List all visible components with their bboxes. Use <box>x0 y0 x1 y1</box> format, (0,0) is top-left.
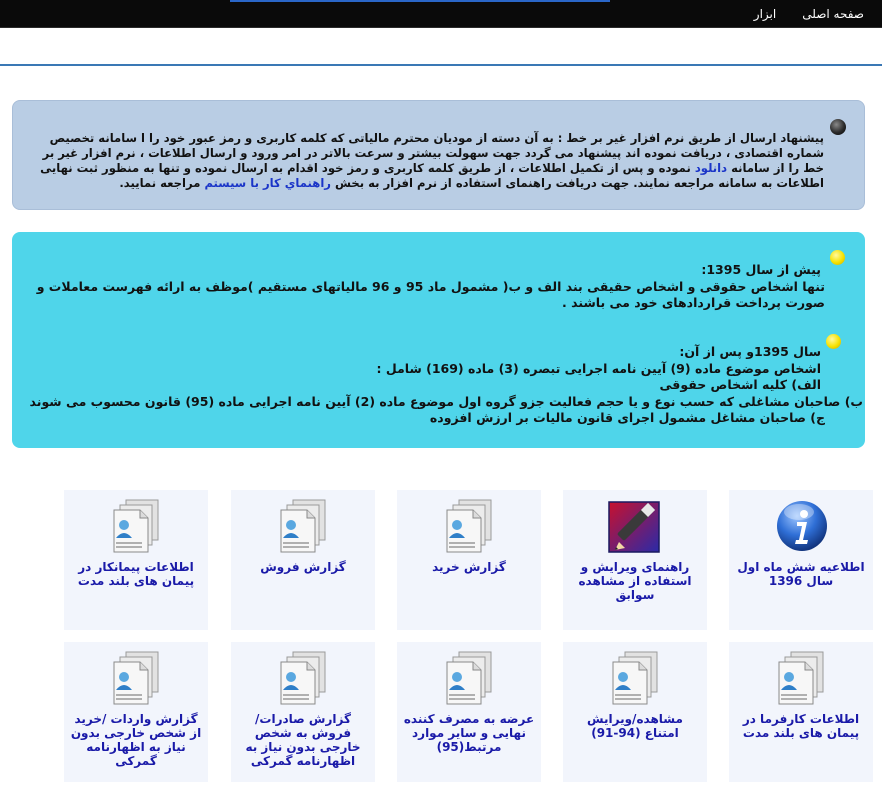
black-bullet-icon <box>830 119 846 135</box>
tile-export-report[interactable]: گزارش صادرات/فروش به شخص خارجی بدون نیاز… <box>231 642 375 782</box>
document-user-icon <box>609 650 663 708</box>
top-nav: صفحه اصلی ابزار <box>754 0 864 28</box>
tile-refusal-view-edit[interactable]: مشاهده/ویرایش امتناع (94-91) <box>563 642 707 782</box>
offline-software-notice: پیشنهاد ارسال از طریق نرم افزار غیر بر خ… <box>12 100 865 210</box>
rule-item-a: الف) کلیه اشخاص حقوقی <box>659 377 821 392</box>
document-user-icon <box>443 650 497 708</box>
tile-consumer-supply[interactable]: عرضه به مصرف کننده نهایی و سایر موارد مر… <box>397 642 541 782</box>
tile-label: اطلاعات پیمانکار در پیمان های بلند مدت <box>77 560 195 588</box>
before-1395-body: تنها اشخاص حقوقی و اشخاص حقیقی بند الف و… <box>36 278 825 311</box>
tile-label: اطلاعات کارفرما در پیمان های بلند مدت <box>742 712 860 740</box>
after-1395-section: سال 1395و پس از آن: اشخاص موضوع ماده (9)… <box>21 344 863 427</box>
document-user-icon <box>110 650 164 708</box>
nav-tools-link[interactable]: ابزار <box>754 7 776 21</box>
tile-label: عرضه به مصرف کننده نهایی و سایر موارد مر… <box>403 712 535 754</box>
tile-label: گزارش فروش <box>260 560 346 574</box>
document-user-icon <box>110 498 164 556</box>
tile-import-report[interactable]: گزارش واردات /خرید از شخص خارجی بدون نیا… <box>64 642 208 782</box>
document-user-icon <box>277 498 331 556</box>
document-user-icon <box>775 650 829 708</box>
document-user-icon <box>277 650 331 708</box>
notice-text-c: مراجعه نمایید. <box>119 176 201 190</box>
tile-label: گزارش واردات /خرید از شخص خارجی بدون نیا… <box>70 712 202 768</box>
user-guide-link[interactable]: راهنماي کار با سيستم <box>204 176 331 190</box>
nav-home-link[interactable]: صفحه اصلی <box>802 7 864 21</box>
pencil-icon <box>607 498 669 556</box>
top-navigation-bar: صفحه اصلی ابزار <box>0 0 882 28</box>
tile-label: گزارش صادرات/فروش به شخص خارجی بدون نیاز… <box>245 712 361 768</box>
tile-label: راهنمای ویرایش و استفاده از مشاهده سوابق <box>578 560 692 602</box>
before-1395-section: پیش از سال 1395: تنها اشخاص حقوقی و اشخا… <box>31 262 825 312</box>
info-icon <box>775 498 829 556</box>
tile-contractor-info[interactable]: اطلاعات پیمانکار در پیمان های بلند مدت <box>64 490 208 630</box>
tile-label: گزارش خرید <box>432 560 506 574</box>
download-link[interactable]: دانلود <box>695 161 727 175</box>
before-1395-title: پیش از سال 1395: <box>701 262 821 277</box>
tile-edit-guide[interactable]: راهنمای ویرایش و استفاده از مشاهده سوابق <box>563 490 707 630</box>
header-strip <box>0 28 882 66</box>
tile-sales-report[interactable]: گزارش فروش <box>231 490 375 630</box>
tile-label: اطلاعیه شش ماه اول سال 1396 <box>737 560 865 588</box>
tile-purchase-report[interactable]: گزارش خرید <box>397 490 541 630</box>
after-1395-intro: اشخاص موضوع ماده (9) آیین نامه اجرایی تب… <box>376 360 821 376</box>
rule-item-b: ب) صاحبان مشاغلی که حسب نوع و یا حجم فعا… <box>29 393 863 409</box>
tile-label: مشاهده/ویرایش امتناع (94-91) <box>587 712 683 740</box>
yellow-bullet-icon <box>826 334 841 349</box>
yellow-bullet-icon <box>830 250 845 265</box>
rule-item-c: ج) صاحبان مشاغل مشمول اجرای قانون مالیات… <box>429 410 825 425</box>
tile-six-month-notice[interactable]: اطلاعیه شش ماه اول سال 1396 <box>729 490 873 630</box>
rules-panel: پیش از سال 1395: تنها اشخاص حقوقی و اشخا… <box>12 232 865 448</box>
top-accent-line <box>230 0 610 2</box>
document-user-icon <box>443 498 497 556</box>
after-1395-title: سال 1395و پس از آن: <box>679 344 821 359</box>
tile-employer-info[interactable]: اطلاعات کارفرما در پیمان های بلند مدت <box>729 642 873 782</box>
notice-text: پیشنهاد ارسال از طریق نرم افزار غیر بر خ… <box>24 131 824 191</box>
